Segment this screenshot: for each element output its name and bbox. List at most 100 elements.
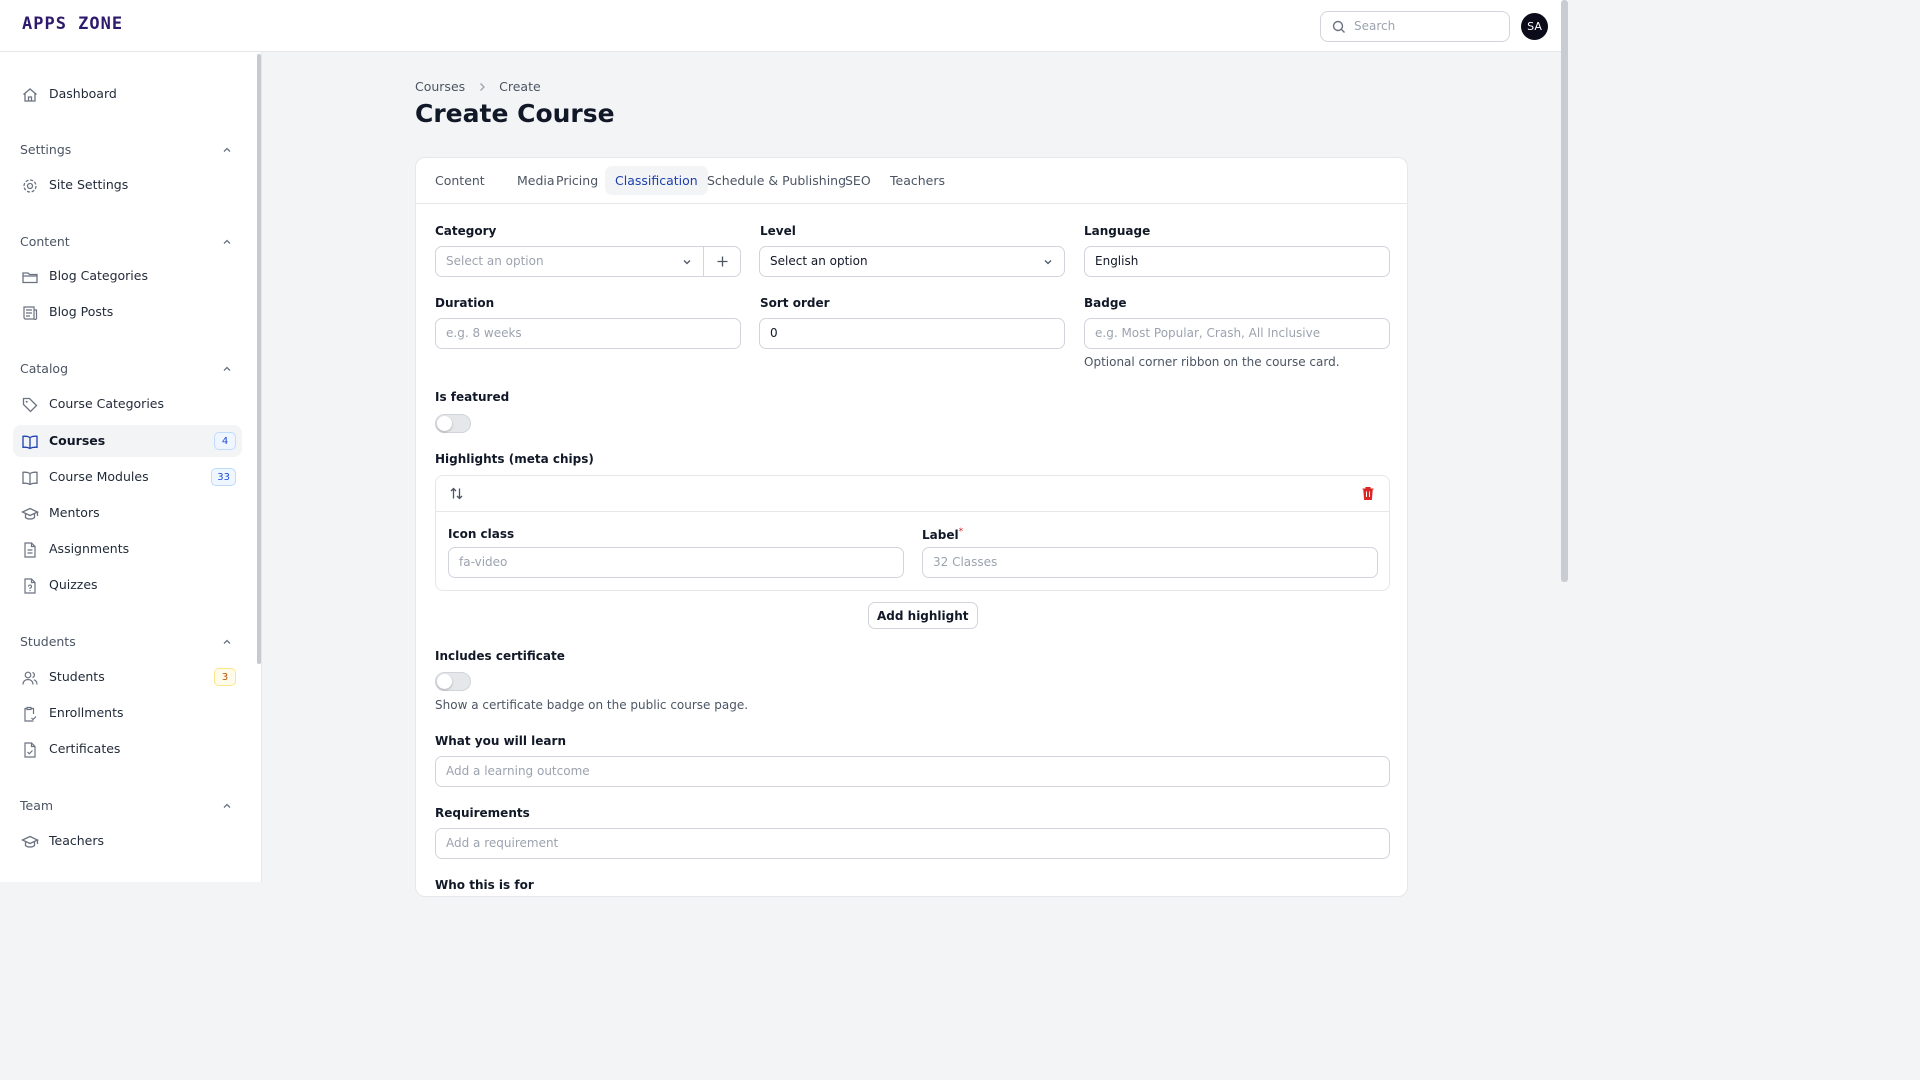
- sidebar-item-label: Dashboard: [49, 86, 117, 101]
- book-open-icon: [22, 435, 38, 450]
- sidebar-item-blog-categories[interactable]: Blog Categories: [13, 260, 242, 292]
- document-check-icon: [24, 742, 36, 758]
- sidebar-item-site-settings[interactable]: Site Settings: [13, 169, 242, 201]
- document-question-icon: [24, 578, 36, 594]
- repeater-item-header: [436, 476, 1389, 512]
- sidebar-item-teachers[interactable]: Teachers: [13, 825, 242, 857]
- duration-label: Duration: [435, 296, 495, 310]
- course-form-card: Content Media Pricing Classification Sch…: [415, 157, 1408, 897]
- badge-help-text: Optional corner ribbon on the course car…: [1084, 355, 1340, 369]
- category-select[interactable]: Select an option: [435, 246, 741, 277]
- sidebar-item-mentors[interactable]: Mentors: [13, 497, 242, 529]
- language-value: English: [1095, 254, 1139, 268]
- tab-content[interactable]: Content: [425, 166, 495, 195]
- chevron-up-icon[interactable]: [221, 236, 233, 248]
- sidebar-item-dashboard[interactable]: Dashboard: [13, 78, 242, 110]
- highlight-label-placeholder: 32 Classes: [933, 555, 998, 569]
- sidebar-item-label: Quizzes: [49, 577, 98, 592]
- sidebar-item-courses[interactable]: Courses 4: [13, 425, 242, 457]
- is-featured-toggle[interactable]: [435, 414, 471, 433]
- page-scrollbar[interactable]: [1561, 0, 1568, 582]
- sidebar-item-course-categories[interactable]: Course Categories: [13, 388, 242, 420]
- audience-label: Who this is for: [435, 878, 534, 892]
- breadcrumb-courses-link[interactable]: Courses: [415, 79, 465, 94]
- sidebar-item-course-modules[interactable]: Course Modules 33: [13, 461, 242, 493]
- chevron-up-icon[interactable]: [221, 144, 233, 156]
- sidebar-item-label: Site Settings: [49, 177, 129, 192]
- category-label: Category: [435, 224, 497, 238]
- divider: [703, 247, 704, 276]
- tab-classification[interactable]: Classification: [605, 166, 708, 195]
- level-select[interactable]: Select an option: [759, 246, 1065, 277]
- sidebar-item-label: Teachers: [49, 833, 104, 848]
- toggle-knob: [437, 674, 452, 689]
- sidebar-group-students[interactable]: Students: [20, 634, 76, 649]
- badge-input[interactable]: e.g. Most Popular, Crash, All Inclusive: [1084, 318, 1390, 349]
- app-logo[interactable]: APPS ZONE: [22, 14, 123, 34]
- sidebar-item-label: Courses: [49, 433, 106, 448]
- chevron-down-icon: [1044, 260, 1052, 265]
- count-badge: 33: [211, 468, 236, 486]
- sidebar-item-label: Mentors: [49, 505, 100, 520]
- top-bar: APPS ZONE Search SA: [0, 0, 1568, 52]
- graduation-cap-icon: [21, 507, 39, 520]
- sidebar-item-label: Students: [49, 669, 105, 684]
- count-badge: 3: [214, 668, 236, 686]
- language-label: Language: [1084, 224, 1151, 238]
- sidebar-item-students[interactable]: Students 3: [13, 661, 242, 693]
- tab-teachers[interactable]: Teachers: [880, 166, 955, 195]
- user-avatar[interactable]: SA: [1521, 13, 1548, 40]
- chevron-right-icon: [480, 82, 486, 91]
- sidebar-item-label: Blog Categories: [49, 268, 148, 283]
- language-input[interactable]: English: [1084, 246, 1390, 277]
- sort-order-input[interactable]: 0: [759, 318, 1065, 349]
- icon-class-label: Icon class: [448, 527, 515, 541]
- level-value: Select an option: [770, 254, 868, 268]
- search-icon: [1332, 20, 1345, 33]
- highlight-label-text: Label: [922, 528, 959, 542]
- sidebar-item-quizzes[interactable]: Quizzes: [13, 569, 242, 601]
- chevron-up-icon[interactable]: [221, 800, 233, 812]
- tab-schedule-publishing[interactable]: Schedule & Publishing: [697, 166, 856, 195]
- sidebar-item-label: Course Categories: [49, 396, 164, 411]
- sidebar-group-content[interactable]: Content: [20, 234, 70, 249]
- sidebar-item-label: Certificates: [49, 741, 121, 756]
- sidebar: Dashboard Settings Site Settings Content…: [0, 52, 262, 882]
- icon-class-input[interactable]: fa-video: [448, 547, 904, 578]
- search-input[interactable]: Search: [1320, 11, 1510, 42]
- sidebar-item-assignments[interactable]: Assignments: [13, 533, 242, 565]
- is-featured-label: Is featured: [435, 390, 510, 404]
- chevron-up-icon[interactable]: [221, 636, 233, 648]
- sidebar-scrollbar[interactable]: [257, 54, 261, 664]
- sort-order-label: Sort order: [760, 296, 830, 310]
- clipboard-check-icon: [24, 706, 37, 722]
- plus-icon[interactable]: [716, 255, 729, 268]
- breadcrumb: Courses Create: [415, 78, 541, 94]
- sidebar-group-settings[interactable]: Settings: [20, 142, 71, 157]
- learning-outcome-placeholder: Add a learning outcome: [446, 764, 590, 778]
- sidebar-group-catalog[interactable]: Catalog: [20, 361, 68, 376]
- graduation-cap-icon: [21, 835, 39, 848]
- sidebar-group-team[interactable]: Team: [20, 798, 53, 813]
- sidebar-item-certificates[interactable]: Certificates: [13, 733, 242, 765]
- chevron-up-icon[interactable]: [221, 363, 233, 375]
- highlights-repeater: Icon class fa-video Label* 32 Classes: [435, 475, 1390, 591]
- reorder-icon[interactable]: [449, 486, 464, 501]
- breadcrumb-current: Create: [499, 79, 541, 94]
- trash-icon[interactable]: [1360, 485, 1376, 501]
- includes-certificate-label: Includes certificate: [435, 649, 565, 663]
- tab-pricing[interactable]: Pricing: [546, 166, 608, 195]
- duration-input[interactable]: e.g. 8 weeks: [435, 318, 741, 349]
- gear-icon: [23, 179, 37, 193]
- icon-class-placeholder: fa-video: [459, 555, 508, 569]
- requirement-input[interactable]: Add a requirement: [435, 828, 1390, 859]
- tab-seo[interactable]: SEO: [835, 166, 881, 195]
- requirements-label: Requirements: [435, 806, 530, 820]
- sidebar-item-blog-posts[interactable]: Blog Posts: [13, 296, 242, 328]
- highlight-label-label: Label*: [922, 527, 963, 542]
- add-highlight-button[interactable]: Add highlight: [868, 602, 978, 629]
- sidebar-item-enrollments[interactable]: Enrollments: [13, 697, 242, 729]
- includes-certificate-toggle[interactable]: [435, 672, 471, 691]
- learning-outcome-input[interactable]: Add a learning outcome: [435, 756, 1390, 787]
- highlight-label-input[interactable]: 32 Classes: [922, 547, 1378, 578]
